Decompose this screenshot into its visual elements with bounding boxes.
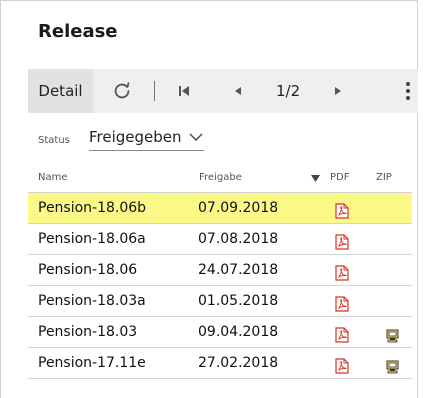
- refresh-button[interactable]: [104, 69, 140, 113]
- table-row[interactable]: Pension-18.06 24.07.2018: [28, 255, 412, 286]
- next-page-icon: [335, 87, 341, 95]
- next-page-button[interactable]: [324, 69, 352, 113]
- pdf-icon[interactable]: [335, 265, 349, 281]
- pdf-icon[interactable]: [335, 234, 349, 250]
- column-header-pdf: PDF: [330, 172, 350, 183]
- detail-button[interactable]: Detail: [28, 69, 93, 113]
- table-row[interactable]: Pension-18.06b 07.09.2018: [28, 193, 412, 224]
- page-indicator: 1/2: [276, 82, 301, 100]
- refresh-icon: [114, 82, 130, 99]
- zip-download[interactable]: [385, 355, 400, 385]
- row-release-date: 07.09.2018: [198, 200, 279, 216]
- row-release-date: 09.04.2018: [198, 324, 279, 340]
- pdf-icon[interactable]: [335, 203, 349, 219]
- table-row[interactable]: Pension-18.03 09.04.2018: [28, 317, 412, 348]
- row-name: Pension-18.06a: [38, 231, 146, 247]
- row-release-date: 27.02.2018: [198, 355, 279, 371]
- row-release-date: 24.07.2018: [198, 262, 279, 278]
- table-row[interactable]: Pension-18.06a 07.08.2018: [28, 224, 412, 255]
- chevron-down-icon: [189, 133, 203, 141]
- row-name: Pension-18.03a: [38, 293, 146, 309]
- row-name: Pension-17.11e: [38, 355, 146, 371]
- row-name: Pension-18.03: [38, 324, 138, 340]
- first-page-icon: [179, 86, 189, 96]
- toolbar: Detail 1/2: [28, 69, 418, 113]
- column-header-release[interactable]: Freigabe: [199, 172, 242, 183]
- zip-icon[interactable]: [385, 360, 400, 374]
- row-release-date: 07.08.2018: [198, 231, 279, 247]
- pdf-icon[interactable]: [335, 327, 349, 343]
- previous-page-icon: [235, 87, 241, 95]
- pdf-icon[interactable]: [335, 296, 349, 312]
- pdf-download[interactable]: [335, 355, 349, 385]
- previous-page-button[interactable]: [224, 69, 252, 113]
- status-value: Freigegeben: [89, 128, 182, 146]
- page-title: Release: [38, 21, 118, 42]
- row-name: Pension-18.06: [38, 262, 138, 278]
- toolbar-separator: [154, 81, 155, 101]
- status-label: Status: [38, 135, 70, 146]
- column-header-name[interactable]: Name: [38, 172, 68, 183]
- table-row[interactable]: Pension-17.11e 27.02.2018: [28, 348, 412, 379]
- more-vert-icon: [406, 82, 410, 100]
- row-name: Pension-18.06b: [38, 200, 147, 216]
- release-panel: Release Detail 1/2 Status Freigegeben Na…: [0, 0, 418, 398]
- row-release-date: 01.05.2018: [198, 293, 279, 309]
- zip-icon[interactable]: [385, 329, 400, 343]
- first-page-button[interactable]: [168, 69, 200, 113]
- more-options-button[interactable]: [398, 69, 418, 113]
- column-header-zip: ZIP: [376, 172, 392, 183]
- table-row[interactable]: Pension-18.03a 01.05.2018: [28, 286, 412, 317]
- sort-desc-icon[interactable]: [311, 175, 320, 182]
- pdf-icon[interactable]: [335, 358, 349, 374]
- status-dropdown[interactable]: Freigegeben: [89, 127, 204, 151]
